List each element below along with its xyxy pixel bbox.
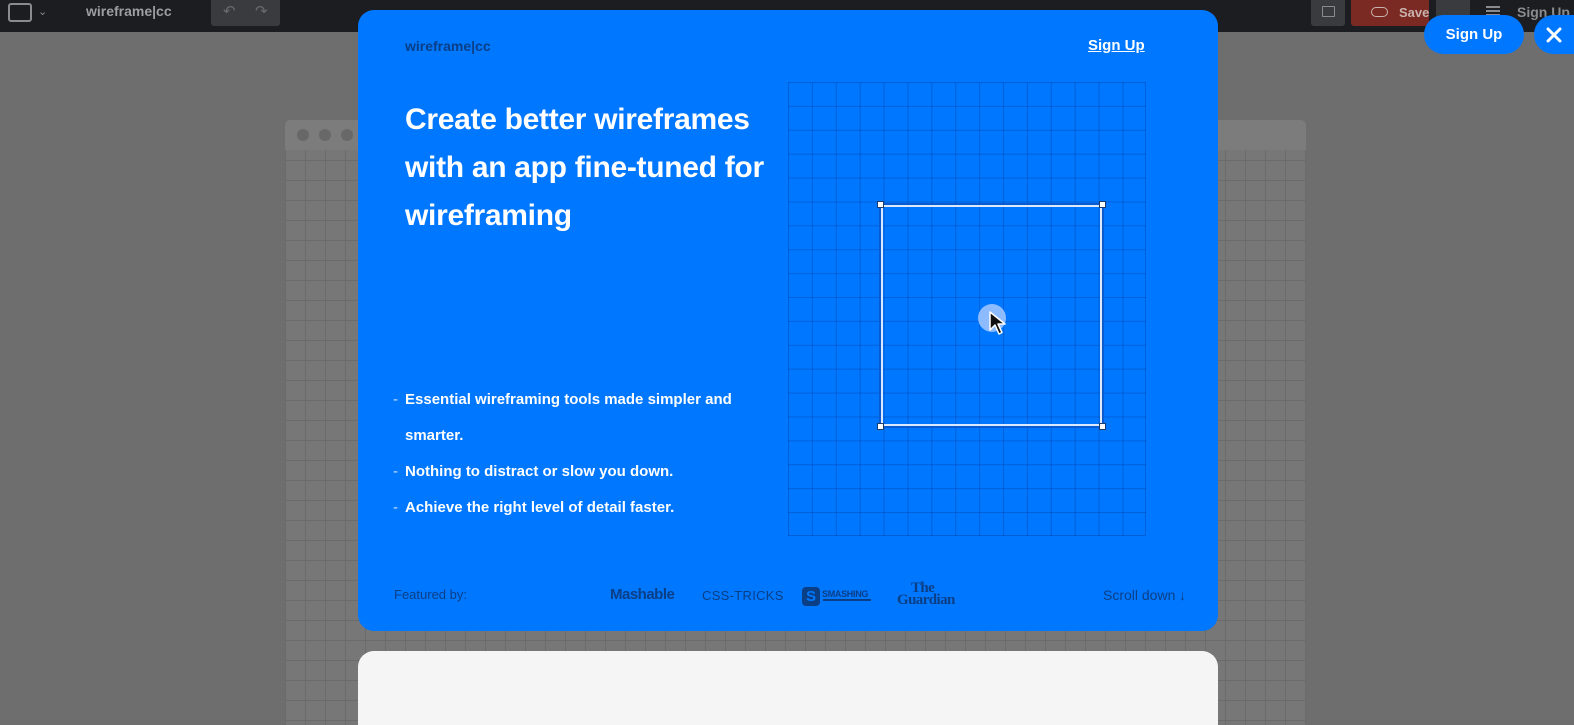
- feature-item: Essential wireframing tools made simpler…: [393, 382, 733, 454]
- save-label: Save: [1399, 5, 1430, 20]
- window-dot: [319, 129, 331, 141]
- close-button[interactable]: [1534, 15, 1574, 54]
- signup-modal: wireframe|cc Sign Up Create better wiref…: [358, 10, 1218, 631]
- smashing-underline: [823, 599, 871, 601]
- scroll-down-link[interactable]: Scroll down ↓: [1103, 587, 1186, 603]
- redo-icon[interactable]: ↷: [255, 2, 268, 20]
- resize-handle: [1099, 201, 1106, 208]
- resize-handle: [1099, 423, 1106, 430]
- modal-signup-link[interactable]: Sign Up: [1088, 37, 1145, 54]
- feature-item: Achieve the right level of detail faster…: [393, 490, 733, 526]
- css-tricks-logo: CSS-TRICKS: [702, 588, 784, 603]
- window-dot: [341, 129, 353, 141]
- smashing-wordmark: SMASHING: [822, 589, 869, 599]
- modal-brand: wireframe|cc: [405, 38, 491, 54]
- save-button[interactable]: Save: [1351, 0, 1429, 26]
- floating-signup-button[interactable]: Sign Up: [1424, 15, 1524, 54]
- pointer-cursor-icon: [989, 311, 1006, 335]
- undo-icon[interactable]: ↶: [223, 2, 236, 20]
- window-dot: [297, 129, 309, 141]
- feature-item: Nothing to distract or slow you down.: [393, 454, 733, 490]
- arrow-down-icon: ↓: [1179, 587, 1186, 603]
- history-controls: ↶ ↷: [211, 0, 280, 26]
- window-icon[interactable]: [8, 3, 32, 22]
- guardian-logo: The Guardian: [897, 581, 967, 608]
- chevron-down-icon[interactable]: ⌄: [38, 5, 47, 18]
- resize-handle: [877, 201, 884, 208]
- smashing-mark-icon: S: [802, 587, 820, 606]
- mashable-logo: Mashable: [610, 586, 675, 603]
- guardian-line2: Guardian: [897, 592, 955, 608]
- featured-label: Featured by:: [394, 587, 467, 602]
- cloud-upload-icon: [1371, 7, 1388, 17]
- smashing-magazine-logo: S SMASHING: [802, 587, 874, 607]
- feature-list: Essential wireframing tools made simpler…: [393, 382, 733, 526]
- close-icon: [1546, 27, 1562, 43]
- modal-headline: Create better wireframes with an app fin…: [405, 103, 764, 232]
- comment-icon: [1322, 6, 1335, 17]
- next-section-card: [358, 651, 1218, 725]
- comment-button[interactable]: [1311, 0, 1345, 26]
- demo-grid: [788, 82, 1146, 536]
- scroll-down-label: Scroll down: [1103, 587, 1176, 603]
- app-brand: wireframe|cc: [86, 3, 172, 19]
- resize-handle: [877, 423, 884, 430]
